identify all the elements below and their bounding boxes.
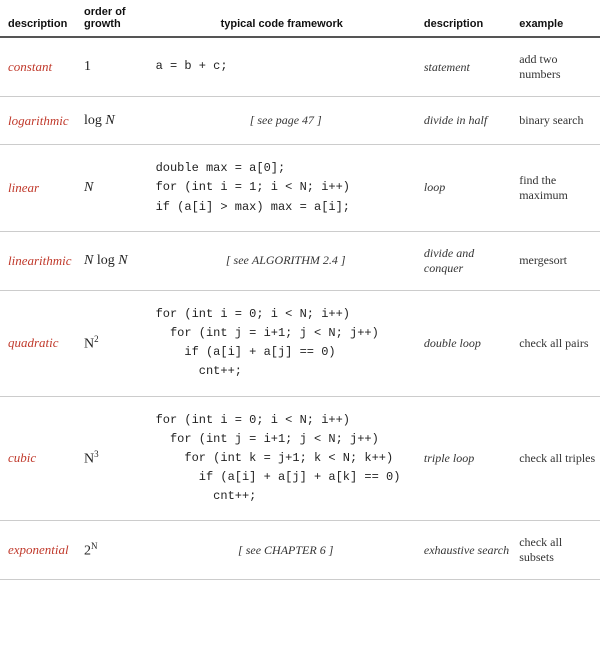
- row-desc2: exhaustive search: [420, 521, 515, 580]
- table-row: linearithmicN log N[ see ALGORITHM 2.4 ]…: [0, 231, 600, 290]
- order-cell: N: [80, 145, 144, 232]
- row-name: logarithmic: [0, 97, 80, 145]
- table-row: linearNdouble max = a[0];for (int i = 1;…: [0, 145, 600, 232]
- main-table-container: description order of growth typical code…: [0, 0, 600, 580]
- table-row: logarithmiclog N[ see page 47 ]divide in…: [0, 97, 600, 145]
- table-row: constant1a = b + c;statementadd two numb…: [0, 37, 600, 97]
- row-example: check all triples: [515, 396, 600, 521]
- complexity-table: description order of growth typical code…: [0, 0, 600, 580]
- order-cell: N log N: [80, 231, 144, 290]
- code-cell: [ see CHAPTER 6 ]: [144, 521, 420, 580]
- table-row: quadraticN2for (int i = 0; i < N; i++) f…: [0, 290, 600, 396]
- row-name: linear: [0, 145, 80, 232]
- table-header-row: description order of growth typical code…: [0, 0, 600, 37]
- row-example: add two numbers: [515, 37, 600, 97]
- row-desc2: divide in half: [420, 97, 515, 145]
- header-order-of-growth: order of growth: [80, 0, 144, 37]
- row-name: quadratic: [0, 290, 80, 396]
- header-description: description: [0, 0, 80, 37]
- row-example: check all subsets: [515, 521, 600, 580]
- row-example: find the maximum: [515, 145, 600, 232]
- code-cell: [ see ALGORITHM 2.4 ]: [144, 231, 420, 290]
- row-desc2: triple loop: [420, 396, 515, 521]
- row-example: binary search: [515, 97, 600, 145]
- code-cell: for (int i = 0; i < N; i++) for (int j =…: [144, 396, 420, 521]
- header-typical-code: typical code framework: [144, 0, 420, 37]
- row-desc2: statement: [420, 37, 515, 97]
- row-example: mergesort: [515, 231, 600, 290]
- row-example: check all pairs: [515, 290, 600, 396]
- order-cell: log N: [80, 97, 144, 145]
- table-body: constant1a = b + c;statementadd two numb…: [0, 37, 600, 580]
- order-cell: N2: [80, 290, 144, 396]
- table-row: exponential2N[ see CHAPTER 6 ]exhaustive…: [0, 521, 600, 580]
- order-cell: N3: [80, 396, 144, 521]
- row-name: cubic: [0, 396, 80, 521]
- row-name: exponential: [0, 521, 80, 580]
- row-name: linearithmic: [0, 231, 80, 290]
- row-name: constant: [0, 37, 80, 97]
- code-cell: for (int i = 0; i < N; i++) for (int j =…: [144, 290, 420, 396]
- row-desc2: loop: [420, 145, 515, 232]
- table-row: cubicN3for (int i = 0; i < N; i++) for (…: [0, 396, 600, 521]
- order-cell: 2N: [80, 521, 144, 580]
- header-example: example: [515, 0, 600, 37]
- order-cell: 1: [80, 37, 144, 97]
- code-cell: [ see page 47 ]: [144, 97, 420, 145]
- row-desc2: divide and conquer: [420, 231, 515, 290]
- code-cell: double max = a[0];for (int i = 1; i < N;…: [144, 145, 420, 232]
- code-cell: a = b + c;: [144, 37, 420, 97]
- row-desc2: double loop: [420, 290, 515, 396]
- header-description2: description: [420, 0, 515, 37]
